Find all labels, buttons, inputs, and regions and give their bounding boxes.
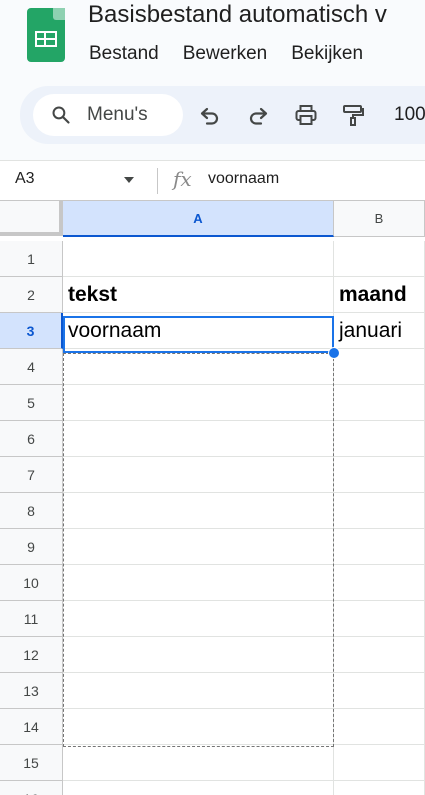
cell-a10[interactable] xyxy=(63,565,334,601)
app-header: Basisbestand automatisch v Bestand Bewer… xyxy=(0,0,425,160)
fx-icon: fx xyxy=(173,167,192,191)
cell-a16[interactable] xyxy=(63,781,334,795)
row-header-6[interactable]: 6 xyxy=(0,421,63,457)
redo-icon[interactable] xyxy=(246,103,270,127)
cell-a5[interactable] xyxy=(63,385,334,421)
cell-a2[interactable]: tekst xyxy=(63,277,334,313)
cell-a13[interactable] xyxy=(63,673,334,709)
cell-a14[interactable] xyxy=(63,709,334,745)
fill-handle[interactable] xyxy=(328,347,340,359)
row-header-5[interactable]: 5 xyxy=(0,385,63,421)
cell-a6[interactable] xyxy=(63,421,334,457)
formula-bar: A3 fx voornaam xyxy=(0,160,425,201)
search-menus-button[interactable]: Menu's xyxy=(33,94,183,136)
row-header-9[interactable]: 9 xyxy=(0,529,63,565)
cell-b13[interactable] xyxy=(334,673,425,709)
row-header-10[interactable]: 10 xyxy=(0,565,63,601)
row-header-7[interactable]: 7 xyxy=(0,457,63,493)
sheets-logo-icon[interactable] xyxy=(27,8,65,62)
cell-a4[interactable] xyxy=(63,349,334,385)
column-header-a[interactable]: A xyxy=(63,201,334,237)
row-header-16[interactable]: 16 xyxy=(0,781,63,795)
menu-file[interactable]: Bestand xyxy=(89,43,159,65)
cell-a7[interactable] xyxy=(63,457,334,493)
paint-format-icon[interactable] xyxy=(341,103,365,127)
cell-b1[interactable] xyxy=(334,241,425,277)
cell-a12[interactable] xyxy=(63,637,334,673)
row-header-8[interactable]: 8 xyxy=(0,493,63,529)
cell-b16[interactable] xyxy=(334,781,425,795)
row-header-3[interactable]: 3 xyxy=(0,313,63,349)
row-header-11[interactable]: 11 xyxy=(0,601,63,637)
search-menus-label: Menu's xyxy=(87,104,148,125)
row-header-13[interactable]: 13 xyxy=(0,673,63,709)
cell-b12[interactable] xyxy=(334,637,425,673)
cell-a1[interactable] xyxy=(63,241,334,277)
row-header-4[interactable]: 4 xyxy=(0,349,63,385)
cell-b14[interactable] xyxy=(334,709,425,745)
row-header-12[interactable]: 12 xyxy=(0,637,63,673)
formula-bar-divider xyxy=(157,168,158,194)
cell-b2[interactable]: maand xyxy=(334,277,425,313)
cell-b5[interactable] xyxy=(334,385,425,421)
name-box[interactable]: A3 xyxy=(15,170,35,188)
cell-a8[interactable] xyxy=(63,493,334,529)
cell-b6[interactable] xyxy=(334,421,425,457)
undo-icon[interactable] xyxy=(198,103,222,127)
menu-bar: Bestand Bewerken Bekijken xyxy=(89,43,363,65)
cell-a15[interactable] xyxy=(63,745,334,781)
print-icon[interactable] xyxy=(294,103,318,127)
chevron-down-icon[interactable] xyxy=(124,177,134,183)
cell-b9[interactable] xyxy=(334,529,425,565)
menu-view[interactable]: Bekijken xyxy=(291,43,363,65)
zoom-select[interactable]: 100 xyxy=(394,104,425,126)
cell-b3[interactable]: januari xyxy=(334,313,425,349)
cell-b15[interactable] xyxy=(334,745,425,781)
menu-edit[interactable]: Bewerken xyxy=(183,43,268,65)
formula-input[interactable]: voornaam xyxy=(208,170,279,188)
row-header-14[interactable]: 14 xyxy=(0,709,63,745)
row-header-1[interactable]: 1 xyxy=(0,241,63,277)
cell-b4[interactable] xyxy=(334,349,425,385)
search-icon xyxy=(52,106,70,124)
cell-b11[interactable] xyxy=(334,601,425,637)
row-header-15[interactable]: 15 xyxy=(0,745,63,781)
select-all-corner[interactable] xyxy=(0,201,63,236)
cell-b8[interactable] xyxy=(334,493,425,529)
row-header-2[interactable]: 2 xyxy=(0,277,63,313)
cell-b7[interactable] xyxy=(334,457,425,493)
cell-a3[interactable]: voornaam xyxy=(63,313,334,349)
cell-b10[interactable] xyxy=(334,565,425,601)
spreadsheet-grid: A B 1 2 3 4 5 6 7 8 9 10 11 12 13 14 15 … xyxy=(0,201,425,795)
column-header-b[interactable]: B xyxy=(334,201,425,237)
toolbar: Menu's 100 xyxy=(20,86,425,144)
cell-a9[interactable] xyxy=(63,529,334,565)
cell-a11[interactable] xyxy=(63,601,334,637)
document-title[interactable]: Basisbestand automatisch v xyxy=(88,1,387,29)
